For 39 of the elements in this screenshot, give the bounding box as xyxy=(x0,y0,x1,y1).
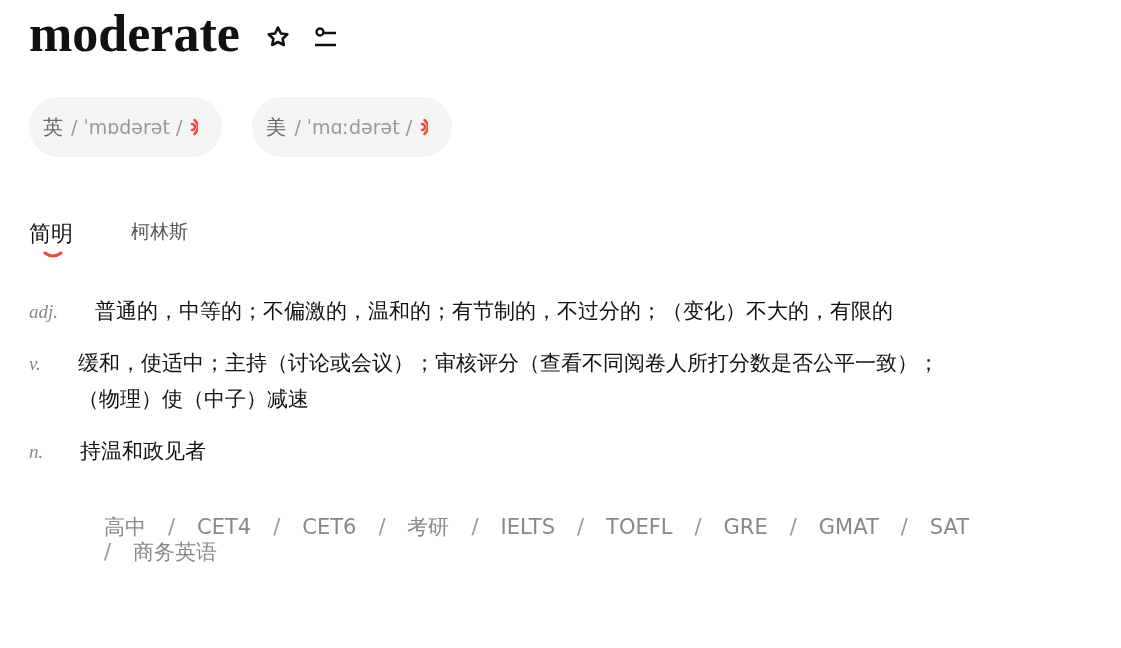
pronunciation-button[interactable]: 美 / ˈmɑːdərət / xyxy=(252,97,453,157)
tag-separator: / xyxy=(168,515,176,540)
exam-tag: 考研 xyxy=(407,515,450,540)
headword: moderate xyxy=(29,4,240,63)
tag-separator: / xyxy=(378,515,386,540)
definition-text: 持温和政见者 xyxy=(80,438,207,465)
tag-separator: / xyxy=(471,515,479,540)
star-icon[interactable] xyxy=(265,24,290,49)
region-label: 英 xyxy=(43,113,63,141)
exam-tag: IELTS xyxy=(500,515,555,540)
tag-separator: / xyxy=(273,515,281,540)
part-of-speech: v. xyxy=(29,352,41,375)
tag-separator: / xyxy=(789,515,797,540)
exam-tag: TOEFL xyxy=(606,515,673,540)
exam-tag: GMAT xyxy=(818,515,879,540)
tag-separator: / xyxy=(694,515,702,540)
exam-tag: CET4 xyxy=(197,515,252,540)
region-label: 美 xyxy=(266,113,287,141)
exam-tag: SAT xyxy=(929,515,970,540)
selected-underline-icon xyxy=(43,251,63,259)
tag-separator: / xyxy=(104,540,112,565)
definition-text: 普通的，中等的；不偏激的，温和的；有节制的，不过分的；（变化）不大的，有限的 xyxy=(95,298,894,325)
part-of-speech: n. xyxy=(29,440,44,463)
speaker-icon[interactable] xyxy=(190,118,199,136)
part-of-speech: adj. xyxy=(29,300,59,323)
dictionary-tab[interactable]: 柯林斯 xyxy=(131,219,188,255)
speaker-icon[interactable] xyxy=(420,118,429,136)
list-icon[interactable] xyxy=(313,24,338,49)
definition-text: 缓和，使适中；主持（讨论或会议）；审核评分（查看不同阅卷人所打分数是否公平一致）；（物理）使（中子）减速 xyxy=(77,350,940,413)
phonetic-text: / ˈmɑːdərət / xyxy=(294,116,413,138)
exam-tag: 高中 xyxy=(104,515,146,540)
exam-tag: 商务英语 xyxy=(133,540,218,565)
phonetic-text: / ˈmɒdərət / xyxy=(71,116,183,138)
tag-separator: / xyxy=(900,515,908,540)
exam-tag: CET6 xyxy=(302,515,357,540)
pronunciation-button[interactable]: 英 / ˈmɒdərət / xyxy=(29,97,223,157)
exam-tag: GRE xyxy=(723,515,768,540)
dictionary-tab[interactable]: 简明 xyxy=(29,219,73,259)
tag-separator: / xyxy=(577,515,585,540)
